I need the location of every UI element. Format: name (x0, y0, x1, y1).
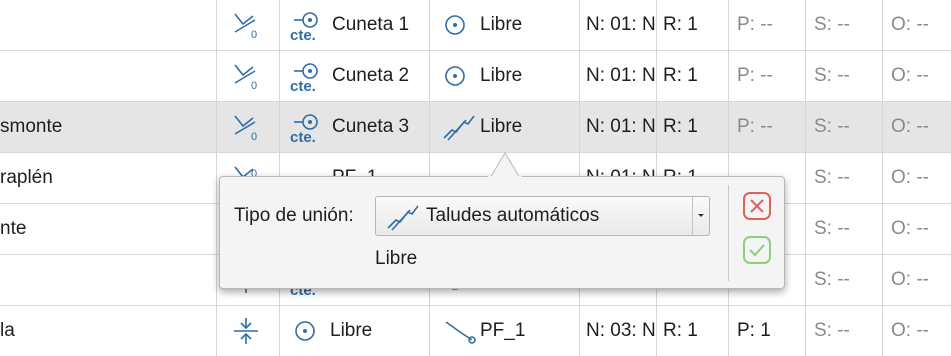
end-label: Libre (480, 14, 523, 35)
close-icon (743, 192, 771, 220)
slope-zero-icon: 0 (234, 64, 257, 91)
row-name: nte (0, 204, 217, 254)
free-end-icon (445, 66, 465, 86)
s-value: S: -- (806, 255, 883, 305)
end-label: Libre (480, 65, 523, 86)
p-value: P: -- (729, 0, 806, 50)
svg-text:0: 0 (251, 29, 257, 40)
p-value: P: -- (729, 51, 806, 101)
s-value: S: -- (806, 153, 883, 203)
cancel-button[interactable] (742, 191, 772, 221)
start-label: Cuneta 3 (332, 116, 410, 137)
end-cell[interactable]: Libre (430, 0, 580, 50)
o-value: O: -- (891, 14, 929, 35)
end-label: Libre (480, 116, 523, 137)
svg-text:0: 0 (251, 131, 257, 142)
svg-text:0: 0 (251, 80, 257, 91)
end-cell[interactable]: Libre (430, 51, 580, 101)
auto-slopes-icon (443, 115, 475, 141)
row-name (0, 0, 217, 50)
end-type-label: Libre (375, 248, 418, 269)
r-value: R: 1 (657, 0, 729, 50)
n-value: N: 01: N (580, 102, 657, 152)
end-cell[interactable]: Libre (430, 102, 580, 152)
chevron-down-icon[interactable] (692, 197, 709, 235)
n-value: N: 03: N (580, 306, 657, 356)
start-cell[interactable]: Libre (280, 306, 430, 356)
check-icon (743, 236, 771, 264)
cte-ditch-icon: cte. (290, 114, 318, 144)
o-value: O: -- (891, 116, 929, 137)
row-name: smonte (0, 102, 217, 152)
start-label: Libre (330, 320, 373, 341)
popup-pointer (488, 152, 522, 178)
o-value: O: -- (891, 218, 929, 239)
slope-zero-icon: 0 (234, 13, 257, 40)
s-value: S: -- (806, 0, 883, 50)
o-value: O: -- (891, 65, 929, 86)
slope-zero-icon: 0 (234, 115, 257, 142)
row-name: la (0, 306, 217, 356)
start-cell[interactable]: cte. Cuneta 3 (280, 102, 430, 152)
cte-ditch-icon: cte. (290, 12, 318, 42)
free-end-icon (445, 15, 465, 35)
end-cell[interactable]: PF_1 (430, 306, 580, 356)
accept-button[interactable] (742, 235, 772, 265)
row-name (0, 255, 217, 305)
table-row-selected[interactable]: smonte 0 cte. Cuneta 3 Libre N: 01: N R:… (0, 102, 951, 153)
start-cell[interactable]: cte. Cuneta 2 (280, 51, 430, 101)
svg-text:cte.: cte. (290, 129, 316, 144)
union-type-popup: Tipo de unión: Taludes automáticos Libre (219, 176, 785, 289)
row-name: raplén (0, 153, 217, 203)
table-row[interactable]: la Libre PF_1 N: 03: N R: 1 P: 1 S: -- O… (0, 306, 951, 356)
r-value: R: 1 (657, 102, 729, 152)
pf-link-icon (445, 321, 476, 344)
union-type-label: Tipo de unión: (234, 205, 354, 226)
n-value: N: 01: N (580, 0, 657, 50)
s-value: S: -- (806, 306, 883, 356)
s-value: S: -- (806, 204, 883, 254)
union-type-select[interactable]: Taludes automáticos (375, 196, 710, 236)
svg-text:cte.: cte. (290, 27, 316, 42)
slope-type-cell[interactable]: 0 (217, 51, 280, 101)
slope-type-cell[interactable]: 0 (217, 102, 280, 152)
r-value: R: 1 (657, 51, 729, 101)
slope-type-cell[interactable] (217, 306, 280, 356)
row-name (0, 51, 217, 101)
s-value: S: -- (806, 102, 883, 152)
union-type-value: Taludes automáticos (426, 205, 600, 226)
s-value: S: -- (806, 51, 883, 101)
table-row[interactable]: 0 cte. Cuneta 2 Libre N: 01: N R: 1 P: -… (0, 51, 951, 102)
end-label: PF_1 (480, 320, 526, 341)
auto-slopes-icon (387, 205, 419, 231)
n-value: N: 01: N (580, 51, 657, 101)
start-cell[interactable]: cte. Cuneta 1 (280, 0, 430, 50)
p-value: P: -- (729, 102, 806, 152)
r-value: R: 1 (657, 306, 729, 356)
free-end-icon (295, 321, 315, 341)
svg-text:cte.: cte. (290, 78, 316, 93)
start-label: Cuneta 2 (332, 65, 410, 86)
p-value: P: 1 (729, 306, 806, 356)
slope-type-cell[interactable]: 0 (217, 0, 280, 50)
compress-icon (234, 318, 258, 344)
divider (728, 185, 729, 281)
o-value: O: -- (891, 320, 929, 341)
cte-ditch-icon: cte. (290, 63, 318, 93)
o-value: O: -- (891, 269, 929, 290)
table-row[interactable]: 0 cte. Cuneta 1 Libre N: 01: N R: 1 P: -… (0, 0, 951, 51)
o-value: O: -- (891, 167, 929, 188)
start-label: Cuneta 1 (332, 14, 410, 35)
